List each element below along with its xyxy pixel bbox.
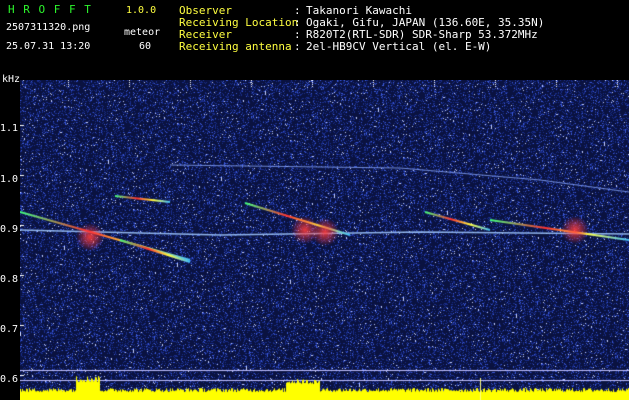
image-filename: 2507311320.png xyxy=(6,22,91,33)
y-tick-label: 0.6 xyxy=(0,374,19,385)
info-value: 2el-HB9CV Vertical (el. E-W) xyxy=(306,40,492,53)
y-tick-label: 1.1 xyxy=(0,123,19,134)
info-separator: : xyxy=(294,40,301,53)
info-label: Receiving antenna xyxy=(179,40,292,53)
y-tick-label: 0.9 xyxy=(0,224,19,235)
timestamp: 25.07.31 13:20 xyxy=(6,41,91,52)
y-tick-label: 0.7 xyxy=(0,324,19,335)
hroft-window: H R O F F T 1.0.0 2507311320.png meteor … xyxy=(0,0,629,400)
y-axis-unit: kHz xyxy=(2,74,21,85)
app-title: H R O F F T xyxy=(8,3,92,16)
meteor-count: 60 xyxy=(139,41,152,52)
y-tick-label: 1.0 xyxy=(0,174,19,185)
app-version: 1.0.0 xyxy=(126,5,157,16)
y-tick-label: 0.8 xyxy=(0,274,19,285)
spectrogram-panel xyxy=(20,80,629,400)
mode-label: meteor xyxy=(124,27,161,38)
spectrogram-canvas xyxy=(20,80,629,400)
